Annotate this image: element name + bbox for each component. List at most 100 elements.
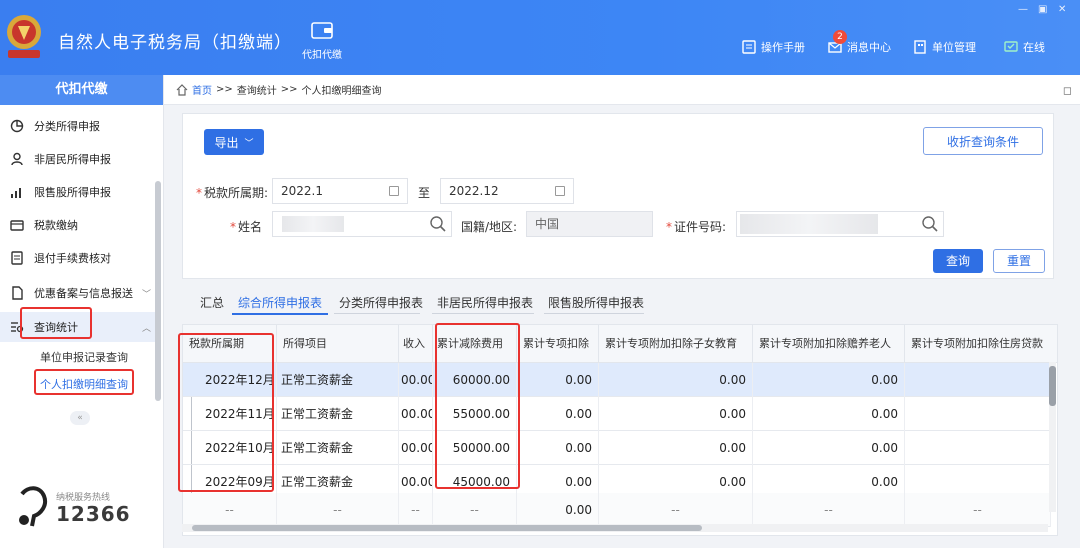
search-icon[interactable] xyxy=(921,215,939,233)
cell-housing: -- xyxy=(905,493,1051,527)
tab-summary[interactable]: 汇总 xyxy=(200,294,224,311)
sidebar-item-restricted-stock[interactable]: 限售股所得申报 xyxy=(0,177,155,207)
cell-income: 00.00 xyxy=(399,363,433,397)
cell-deduct: -- xyxy=(433,493,517,527)
maximize-icon[interactable]: ▣ xyxy=(1038,4,1047,15)
cell-income: -- xyxy=(399,493,433,527)
col-header-deduct[interactable]: 累计减除费用 xyxy=(433,325,517,363)
minimize-icon[interactable]: — xyxy=(1018,4,1028,15)
tab-nonresident[interactable]: 非居民所得申报表 xyxy=(437,294,533,311)
bar-chart-icon xyxy=(11,188,21,198)
chevron-up-icon: ︿ xyxy=(141,323,151,334)
col-header-housing[interactable]: 累计专项附加扣除住房贷款 xyxy=(905,325,1057,363)
unit-mgmt-link[interactable]: 单位管理 xyxy=(913,39,976,55)
tab-restricted-stock[interactable]: 限售股所得申报表 xyxy=(548,294,644,311)
tab-divider xyxy=(544,313,644,314)
sidebar-sub-unit-records[interactable]: 单位申报记录查询 xyxy=(40,349,128,365)
redacted-id xyxy=(740,214,878,234)
home-icon[interactable] xyxy=(176,83,188,96)
sidebar-item-label: 限售股所得申报 xyxy=(34,186,111,199)
sidebar-scrollbar[interactable] xyxy=(155,181,161,401)
cell-period: -- xyxy=(183,493,277,527)
period-from-input[interactable]: 2022.1 xyxy=(272,178,408,204)
table-total-row: -- -- -- -- 0.00 -- -- -- xyxy=(183,493,1051,527)
breadcrumb-level1[interactable]: 查询统计 xyxy=(237,82,277,97)
cell-housing xyxy=(905,363,1051,397)
cell-elder: 0.00 xyxy=(753,431,905,465)
table-row[interactable]: 2022年12月 正常工资薪金 00.00 60000.00 0.00 0.00… xyxy=(183,363,1051,397)
tab-comprehensive[interactable]: 综合所得申报表 xyxy=(238,294,322,311)
col-header-period[interactable]: 税款所属期 xyxy=(183,325,277,363)
scroll-thumb[interactable] xyxy=(1049,366,1056,406)
building-icon xyxy=(914,40,926,54)
col-header-income[interactable]: 收入 xyxy=(399,325,433,363)
messages-label: 消息中心 xyxy=(847,41,891,54)
table-row[interactable]: 2022年11月 正常工资薪金 00.00 55000.00 0.00 0.00… xyxy=(183,397,1051,431)
period-to-input[interactable]: 2022.12 xyxy=(440,178,574,204)
manual-link[interactable]: 操作手册 xyxy=(742,39,805,55)
table-row[interactable]: 2022年10月 正常工资薪金 00.00 50000.00 0.00 0.00… xyxy=(183,431,1051,465)
sidebar-item-query-stats[interactable]: 查询统计 ︿ xyxy=(0,312,155,342)
table-vertical-scrollbar[interactable] xyxy=(1049,362,1056,512)
cell-period: 2022年12月 xyxy=(183,363,277,397)
reset-button[interactable]: 重置 xyxy=(993,249,1045,273)
col-header-item[interactable]: 所得项目 xyxy=(277,325,399,363)
tab-classified[interactable]: 分类所得申报表 xyxy=(339,294,423,311)
online-icon xyxy=(1004,41,1018,52)
id-label: * 证件号码: xyxy=(666,220,727,234)
cell-child-edu: 0.00 xyxy=(599,431,753,465)
sidebar-item-preferential-filing[interactable]: 优惠备案与信息报送 ﹀ xyxy=(0,278,155,308)
cell-deduct: 60000.00 xyxy=(433,363,517,397)
sidebar-sub-personal-detail[interactable]: 个人扣缴明细查询 xyxy=(40,376,128,392)
chevron-down-icon: ﹀ xyxy=(244,138,254,149)
col-header-elder[interactable]: 累计专项附加扣除赡养老人 xyxy=(753,325,905,363)
cell-elder: -- xyxy=(753,493,905,527)
cell-income: 00.00 xyxy=(399,431,433,465)
query-button[interactable]: 查询 xyxy=(933,249,983,273)
search-icon[interactable] xyxy=(429,215,447,233)
daikou-nav-button[interactable]: 代扣代缴 xyxy=(296,20,348,61)
redacted-name xyxy=(282,216,344,232)
collapse-sidebar-icon[interactable]: « xyxy=(70,411,90,425)
cell-child-edu: 0.00 xyxy=(599,363,753,397)
calendar-icon[interactable] xyxy=(555,186,565,196)
tab-close-icon[interactable]: ◻ xyxy=(1063,84,1072,97)
sidebar-item-label: 税款缴纳 xyxy=(34,219,78,232)
cell-housing xyxy=(905,397,1051,431)
cell-elder: 0.00 xyxy=(753,397,905,431)
cell-item: 正常工资薪金 xyxy=(277,363,399,397)
close-icon[interactable]: ✕ xyxy=(1058,4,1066,15)
detail-table: 税款所属期 所得项目 收入 累计减除费用 累计专项扣除 累计专项附加扣除子女教育… xyxy=(182,324,1058,536)
export-button[interactable]: 导出 ﹀ xyxy=(204,129,264,155)
table-horizontal-scrollbar[interactable] xyxy=(182,524,1048,532)
sidebar-title: 代扣代缴 xyxy=(0,75,163,105)
cell-income: 00.00 xyxy=(399,397,433,431)
col-header-child-edu[interactable]: 累计专项附加扣除子女教育 xyxy=(599,325,753,363)
col-header-special[interactable]: 累计专项扣除 xyxy=(517,325,599,363)
sidebar-item-label: 退付手续费核对 xyxy=(34,252,111,265)
sidebar-item-nonresident[interactable]: 非居民所得申报 xyxy=(0,144,155,174)
sidebar-item-refund-check[interactable]: 退付手续费核对 xyxy=(0,243,155,273)
cell-period: 2022年11月 xyxy=(183,397,277,431)
nationality-input: 中国 xyxy=(526,211,653,237)
app-title: 自然人电子税务局（扣缴端） xyxy=(58,33,292,53)
cell-housing xyxy=(905,431,1051,465)
online-status[interactable]: 在线 xyxy=(1004,39,1045,55)
nationality-label: 国籍/地区: xyxy=(461,220,518,234)
manual-label: 操作手册 xyxy=(761,41,805,54)
unit-mgmt-label: 单位管理 xyxy=(932,41,976,54)
sidebar-item-classified-income[interactable]: 分类所得申报 xyxy=(0,111,155,141)
scroll-thumb[interactable] xyxy=(192,525,702,531)
breadcrumb-sep: >> xyxy=(280,84,298,95)
breadcrumb-home[interactable]: 首页 xyxy=(192,82,212,97)
daikou-label: 代扣代缴 xyxy=(302,50,342,61)
calendar-icon[interactable] xyxy=(389,186,399,196)
message-count-badge: 2 xyxy=(833,30,847,44)
book-icon xyxy=(742,40,756,54)
cell-item: 正常工资薪金 xyxy=(277,431,399,465)
document-icon xyxy=(11,251,23,265)
sidebar-item-tax-payment[interactable]: 税款缴纳 xyxy=(0,210,155,240)
headset-icon xyxy=(19,486,47,527)
cell-item: 正常工资薪金 xyxy=(277,397,399,431)
collapse-query-button[interactable]: 收折查询条件 xyxy=(923,127,1043,155)
